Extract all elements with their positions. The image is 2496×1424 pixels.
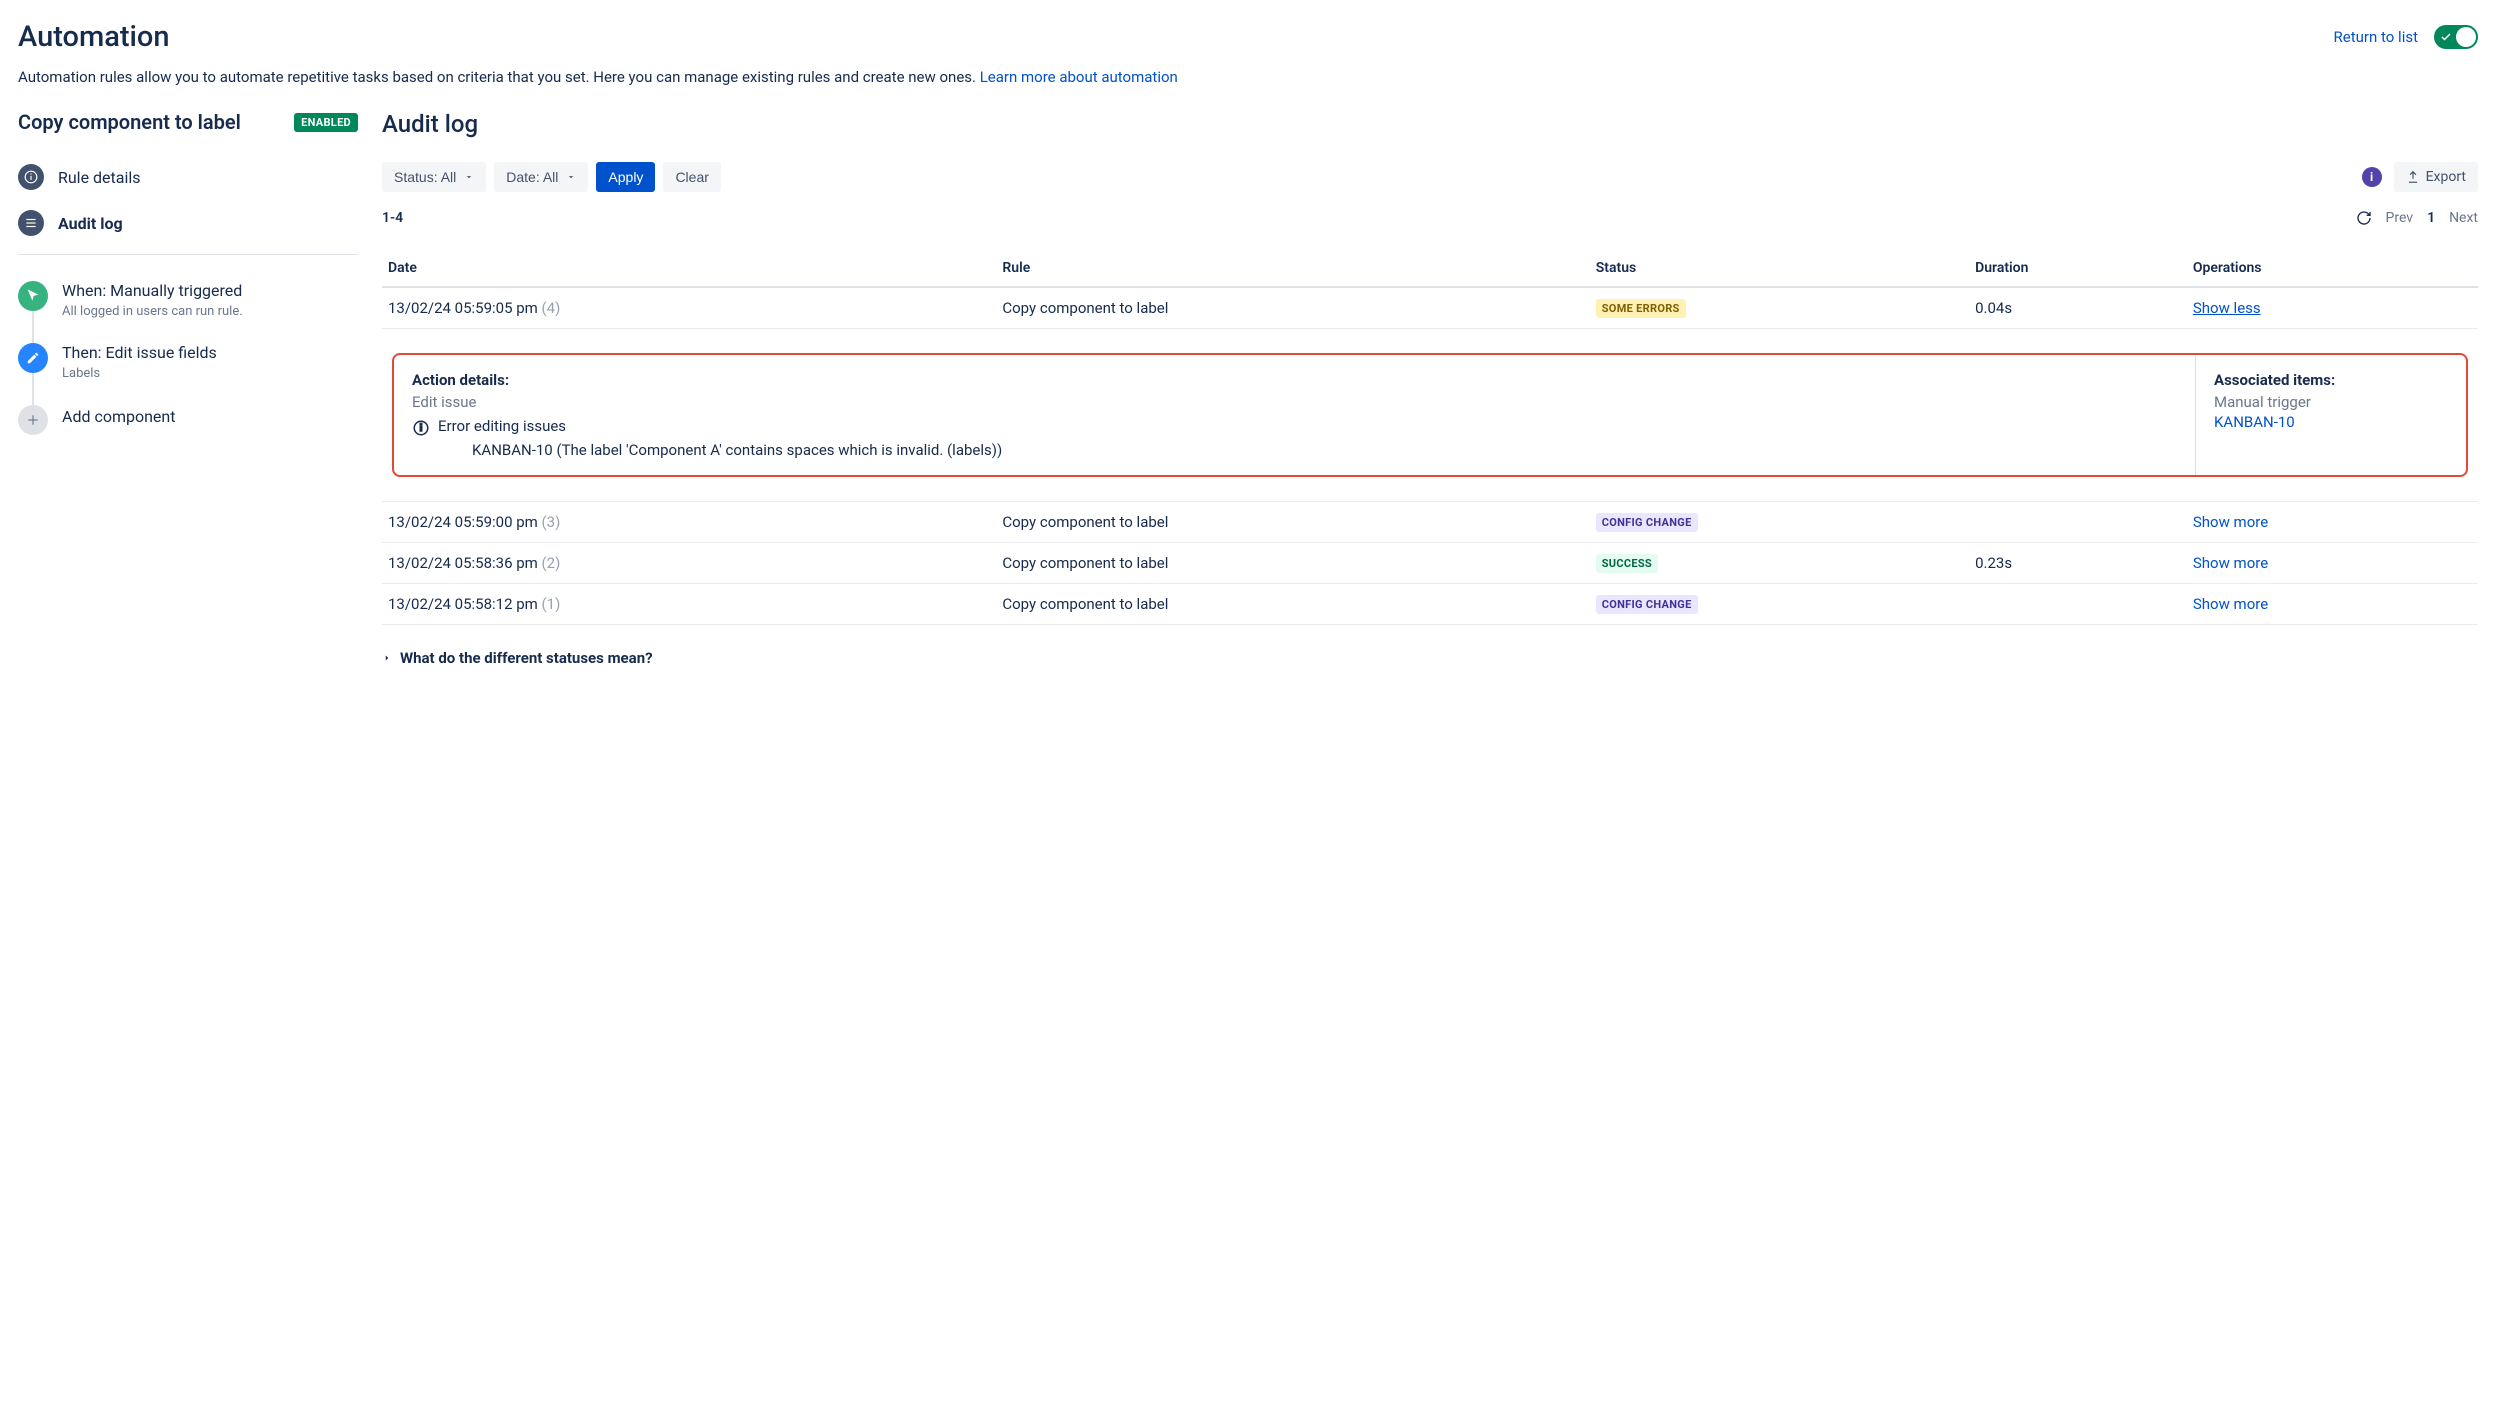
cell-operations: Show more: [2187, 584, 2478, 625]
cell-duration: [1969, 584, 2187, 625]
nav-rule-details[interactable]: Rule details: [18, 154, 358, 200]
table-row: 13/02/24 05:58:36 pm (2) Copy component …: [382, 543, 2478, 584]
chevron-right-icon: [382, 653, 392, 663]
step-add-component[interactable]: Add component: [18, 393, 358, 447]
error-heading: Error editing issues: [438, 417, 566, 435]
date-filter-dropdown[interactable]: Date: All: [494, 162, 588, 192]
show-toggle-link[interactable]: Show more: [2193, 595, 2268, 613]
clear-button[interactable]: Clear: [663, 162, 720, 192]
filter-label: Status: All: [394, 169, 456, 185]
col-operations: Operations: [2187, 250, 2478, 287]
action-name: Edit issue: [412, 393, 2177, 411]
toggle-knob: [2456, 27, 2476, 47]
detail-row: Action details: Edit issue Error editing…: [382, 329, 2478, 502]
cell-operations: Show less: [2187, 287, 2478, 329]
learn-more-link[interactable]: Learn more about automation: [980, 68, 1178, 86]
status-badge: SOME ERRORS: [1596, 299, 1686, 318]
cell-rule: Copy component to label: [996, 502, 1589, 543]
error-message: KANBAN-10 (The label 'Component A' conta…: [472, 441, 2177, 459]
cell-operations: Show more: [2187, 502, 2478, 543]
show-toggle-link[interactable]: Show more: [2193, 554, 2268, 572]
description-text: Automation rules allow you to automate r…: [18, 68, 976, 86]
cell-status: CONFIG CHANGE: [1590, 502, 1969, 543]
divider: [18, 254, 358, 255]
action-details-heading: Action details:: [412, 371, 2177, 389]
step-action[interactable]: Then: Edit issue fields Labels: [18, 331, 358, 393]
associated-kind: Manual trigger: [2214, 393, 2448, 411]
chevron-down-icon: [566, 172, 576, 182]
refresh-icon[interactable]: [2356, 210, 2372, 226]
info-icon: [18, 164, 44, 190]
step-desc: Labels: [62, 366, 217, 381]
section-title: Audit log: [382, 110, 2478, 138]
cell-duration: 0.23s: [1969, 543, 2187, 584]
step-desc: All logged in users can run rule.: [62, 304, 243, 319]
enabled-badge: ENABLED: [294, 113, 358, 132]
cell-date: 13/02/24 05:59:00 pm (3): [382, 502, 996, 543]
pager-next[interactable]: Next: [2449, 210, 2478, 226]
page-description: Automation rules allow you to automate r…: [18, 68, 2478, 86]
step-title: Then: Edit issue fields: [62, 343, 217, 362]
col-rule: Rule: [996, 250, 1589, 287]
col-status: Status: [1590, 250, 1969, 287]
return-to-list-link[interactable]: Return to list: [2334, 28, 2418, 46]
cursor-icon: [18, 281, 48, 311]
apply-button[interactable]: Apply: [596, 162, 655, 192]
show-toggle-link[interactable]: Show more: [2193, 513, 2268, 531]
check-icon: [2440, 31, 2452, 43]
audit-log-table: Date Rule Status Duration Operations 13/…: [382, 250, 2478, 625]
pager-prev[interactable]: Prev: [2386, 210, 2414, 226]
associated-item-link[interactable]: KANBAN-10: [2214, 413, 2295, 431]
list-icon: [18, 210, 44, 236]
status-badge: CONFIG CHANGE: [1596, 513, 1698, 532]
info-circle-icon: [412, 419, 430, 437]
cell-date: 13/02/24 05:58:36 pm (2): [382, 543, 996, 584]
rule-enabled-toggle[interactable]: [2434, 25, 2478, 49]
cell-duration: [1969, 502, 2187, 543]
chevron-down-icon: [464, 172, 474, 182]
cell-date: 13/02/24 05:58:12 pm (1): [382, 584, 996, 625]
col-duration: Duration: [1969, 250, 2187, 287]
cell-rule: Copy component to label: [996, 543, 1589, 584]
filter-label: Date: All: [506, 169, 558, 185]
rule-name: Copy component to label: [18, 110, 241, 134]
status-faq-toggle[interactable]: What do the different statuses mean?: [382, 649, 2478, 667]
export-label: Export: [2426, 169, 2466, 185]
export-icon: [2406, 170, 2420, 184]
nav-audit-log[interactable]: Audit log: [18, 200, 358, 246]
status-badge: CONFIG CHANGE: [1596, 595, 1698, 614]
cell-date: 13/02/24 05:59:05 pm (4): [382, 287, 996, 329]
associated-items-heading: Associated items:: [2214, 371, 2448, 389]
status-filter-dropdown[interactable]: Status: All: [382, 162, 486, 192]
result-range: 1-4: [382, 210, 403, 226]
nav-label: Audit log: [58, 214, 123, 233]
cell-status: SUCCESS: [1590, 543, 1969, 584]
step-title: Add component: [62, 407, 175, 426]
step-title: When: Manually triggered: [62, 281, 243, 300]
status-badge: SUCCESS: [1596, 554, 1658, 573]
col-date: Date: [382, 250, 996, 287]
error-detail-box: Action details: Edit issue Error editing…: [392, 353, 2468, 477]
cell-operations: Show more: [2187, 543, 2478, 584]
step-trigger[interactable]: When: Manually triggered All logged in u…: [18, 269, 358, 331]
table-row: 13/02/24 05:59:05 pm (4) Copy component …: [382, 287, 2478, 329]
table-row: 13/02/24 05:58:12 pm (1) Copy component …: [382, 584, 2478, 625]
cell-duration: 0.04s: [1969, 287, 2187, 329]
cell-status: SOME ERRORS: [1590, 287, 1969, 329]
show-toggle-link[interactable]: Show less: [2193, 299, 2261, 317]
cell-rule: Copy component to label: [996, 287, 1589, 329]
nav-label: Rule details: [58, 168, 141, 187]
page-title: Automation: [18, 20, 170, 54]
faq-label: What do the different statuses mean?: [400, 649, 653, 667]
plus-icon: [18, 405, 48, 435]
pager-current: 1: [2427, 210, 2435, 226]
cell-rule: Copy component to label: [996, 584, 1589, 625]
info-badge-icon[interactable]: i: [2362, 167, 2382, 187]
pencil-icon: [18, 343, 48, 373]
table-row: 13/02/24 05:59:00 pm (3) Copy component …: [382, 502, 2478, 543]
cell-status: CONFIG CHANGE: [1590, 584, 1969, 625]
export-button[interactable]: Export: [2394, 162, 2478, 192]
